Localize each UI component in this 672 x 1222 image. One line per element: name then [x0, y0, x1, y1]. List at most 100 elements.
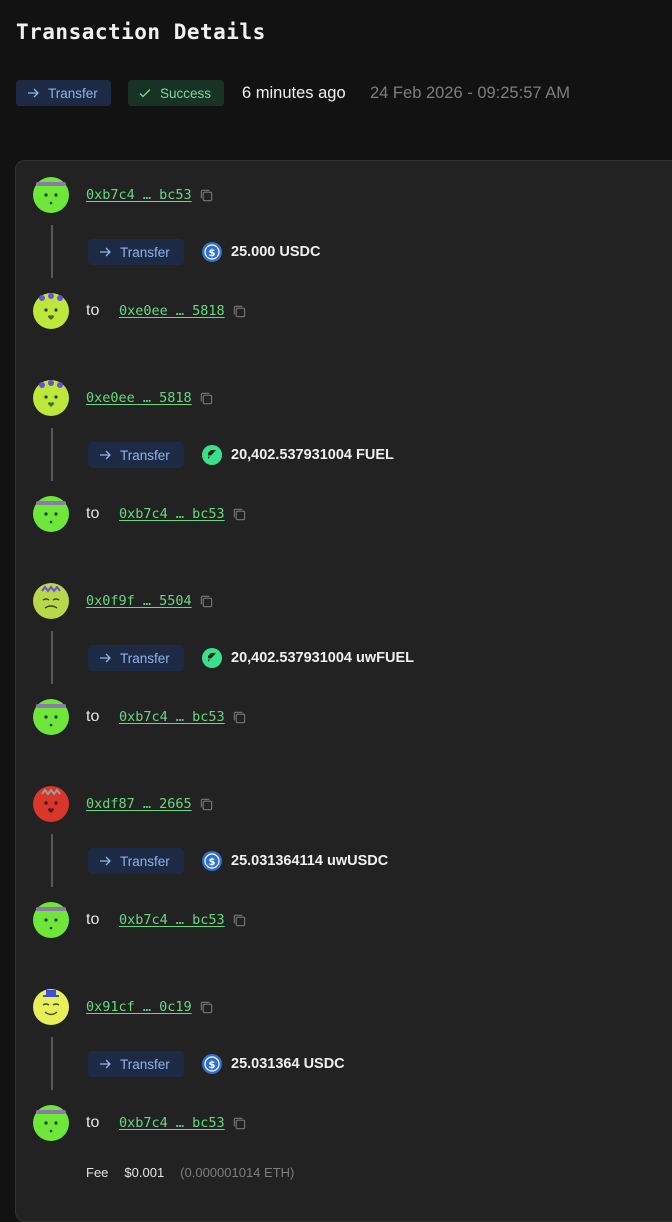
transfer-amount: 20,402.537931004 FUEL [202, 444, 394, 466]
check-icon [139, 89, 151, 98]
svg-text:$: $ [209, 248, 216, 259]
usdc-icon: $ [202, 851, 222, 871]
avatar[interactable] [33, 496, 69, 532]
avatar[interactable] [33, 380, 69, 416]
usdc-icon: $ [202, 242, 222, 262]
to-label: to [86, 911, 100, 928]
operation-item: 0xe0ee … 5818 Transfer 20,402.537931004 … [16, 364, 672, 544]
to-label: to [86, 1114, 100, 1131]
transfer-badge: Transfer [88, 442, 184, 468]
transfer-amount: 20,402.537931004 uwFUEL [202, 647, 414, 669]
fee-label: Fee [86, 1165, 109, 1180]
copy-icon[interactable] [199, 594, 214, 609]
time-ago: 6 minutes ago [242, 84, 346, 102]
to-address: 0xb7c4 … bc53 [119, 912, 225, 928]
arrow-right-icon [100, 1059, 111, 1069]
to-address-link[interactable]: 0xb7c4 … bc53 [119, 709, 247, 725]
copy-icon[interactable] [232, 507, 247, 522]
operation-item: 0xdf87 … 2665 Transfer $ 25.031364114 uw… [16, 770, 672, 950]
avatar[interactable] [33, 989, 69, 1025]
from-address: 0x91cf … 0c19 [86, 999, 192, 1015]
amount-value: 25.031364114 uwUSDC [231, 853, 389, 869]
transfer-badge: Transfer [88, 1051, 184, 1077]
operation-item: 0x0f9f … 5504 Transfer 20,402.537931004 … [16, 567, 672, 747]
page-title: Transaction Details [16, 20, 266, 44]
svg-text:$: $ [209, 857, 216, 868]
fuel-icon [202, 445, 222, 465]
fuel-icon [202, 648, 222, 668]
from-address: 0x0f9f … 5504 [86, 593, 192, 609]
copy-icon[interactable] [232, 710, 247, 725]
from-address: 0xe0ee … 5818 [86, 390, 192, 406]
transfer-label: Transfer [120, 853, 170, 869]
to-address: 0xe0ee … 5818 [119, 303, 225, 319]
operation-item: 0xb7c4 … bc53 Transfer $ 25.000 USDC to … [16, 161, 672, 341]
amount-value: 20,402.537931004 uwFUEL [231, 650, 414, 666]
transfer-amount: $ 25.000 USDC [202, 241, 320, 263]
copy-icon[interactable] [232, 913, 247, 928]
fee-value: $0.001 [124, 1165, 165, 1180]
to-address: 0xb7c4 … bc53 [119, 709, 225, 725]
to-address-link[interactable]: 0xb7c4 … bc53 [119, 506, 247, 522]
connector-line [51, 428, 53, 481]
connector-line [51, 225, 53, 278]
from-address-link[interactable]: 0x0f9f … 5504 [86, 593, 214, 609]
copy-icon[interactable] [199, 1000, 214, 1015]
transfer-label: Transfer [120, 1056, 170, 1072]
from-address-link[interactable]: 0x91cf … 0c19 [86, 999, 214, 1015]
usdc-icon: $ [202, 1054, 222, 1074]
arrow-right-icon [100, 450, 111, 460]
connector-line [51, 631, 53, 684]
avatar[interactable] [33, 786, 69, 822]
timestamp: 24 Feb 2026 - 09:25:57 AM [370, 84, 570, 102]
avatar[interactable] [33, 1105, 69, 1141]
connector-line [51, 1037, 53, 1090]
to-address-link[interactable]: 0xe0ee … 5818 [119, 303, 247, 319]
from-address-link[interactable]: 0xe0ee … 5818 [86, 390, 214, 406]
arrow-right-icon [100, 856, 111, 866]
avatar[interactable] [33, 177, 69, 213]
to-label: to [86, 505, 100, 522]
copy-icon[interactable] [199, 797, 214, 812]
transfer-amount: $ 25.031364 USDC [202, 1053, 345, 1075]
to-label: to [86, 302, 100, 319]
avatar[interactable] [33, 699, 69, 735]
amount-value: 25.031364 USDC [231, 1056, 345, 1072]
copy-icon[interactable] [199, 391, 214, 406]
transfer-type-badge: Transfer [16, 80, 111, 106]
amount-value: 20,402.537931004 FUEL [231, 447, 394, 463]
operation-item: 0x91cf … 0c19 Transfer $ 25.031364 USDC … [16, 973, 672, 1153]
transfer-label: Transfer [120, 650, 170, 666]
transfer-badge: Transfer [88, 239, 184, 265]
arrow-right-icon [100, 653, 111, 663]
from-address-link[interactable]: 0xdf87 … 2665 [86, 796, 214, 812]
transfer-label: Transfer [120, 244, 170, 260]
transfer-badge: Transfer [88, 645, 184, 671]
svg-text:$: $ [209, 1060, 216, 1071]
avatar[interactable] [33, 293, 69, 329]
to-label: to [86, 708, 100, 725]
avatar[interactable] [33, 583, 69, 619]
fee-eth-value: (0.000001014 ETH) [180, 1165, 295, 1180]
transfer-label: Transfer [120, 447, 170, 463]
status-label: Success [160, 85, 212, 101]
to-address-link[interactable]: 0xb7c4 … bc53 [119, 912, 247, 928]
transfer-type-label: Transfer [48, 85, 98, 101]
arrow-right-icon [100, 247, 111, 257]
status-badge: Success [128, 80, 224, 106]
from-address: 0xdf87 … 2665 [86, 796, 192, 812]
fee-row: Fee $0.001 (0.000001014 ETH) [86, 1165, 294, 1180]
copy-icon[interactable] [232, 1116, 247, 1131]
to-address: 0xb7c4 … bc53 [119, 1115, 225, 1131]
amount-value: 25.000 USDC [231, 244, 321, 260]
from-address-link[interactable]: 0xb7c4 … bc53 [86, 187, 214, 203]
arrow-right-icon [28, 88, 39, 98]
copy-icon[interactable] [199, 188, 214, 203]
to-address-link[interactable]: 0xb7c4 … bc53 [119, 1115, 247, 1131]
to-address: 0xb7c4 … bc53 [119, 506, 225, 522]
from-address: 0xb7c4 … bc53 [86, 187, 192, 203]
connector-line [51, 834, 53, 887]
transfer-amount: $ 25.031364114 uwUSDC [202, 850, 388, 872]
copy-icon[interactable] [232, 304, 247, 319]
avatar[interactable] [33, 902, 69, 938]
